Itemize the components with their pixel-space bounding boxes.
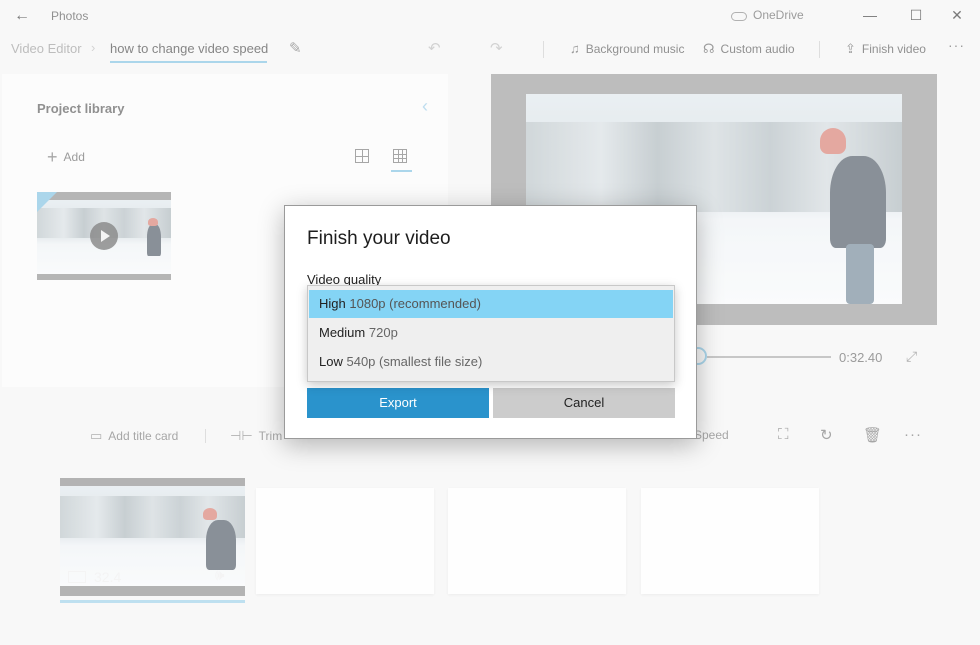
video-quality-dropdown[interactable]: High 1080p (recommended) Medium 720p Low… (307, 285, 675, 382)
quality-option-name: Low (319, 354, 343, 369)
quality-option-high[interactable]: High 1080p (recommended) (309, 290, 673, 318)
cancel-button[interactable]: Cancel (493, 388, 675, 418)
quality-option-detail: 540p (smallest file size) (346, 354, 483, 369)
quality-option-low[interactable]: Low 540p (smallest file size) (309, 348, 673, 376)
quality-option-detail: 720p (368, 325, 398, 340)
quality-option-detail: 1080p (recommended) (349, 296, 481, 311)
quality-option-name: High (319, 296, 346, 311)
export-button[interactable]: Export (307, 388, 489, 418)
quality-option-medium[interactable]: Medium 720p (309, 319, 673, 347)
quality-option-name: Medium (319, 325, 366, 340)
dialog-title: Finish your video (307, 228, 451, 249)
